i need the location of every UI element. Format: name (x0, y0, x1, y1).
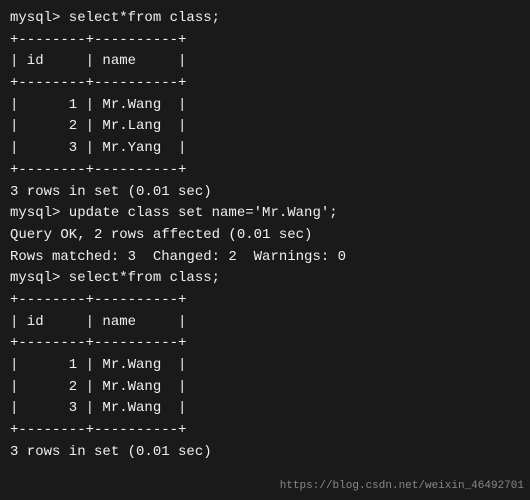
terminal-line: mysql> select*from class; (10, 8, 520, 30)
terminal-line: | 1 | Mr.Wang | (10, 95, 520, 117)
terminal-line: 3 rows in set (0.01 sec) (10, 442, 520, 464)
terminal-line: mysql> update class set name='Mr.Wang'; (10, 203, 520, 225)
terminal-line: +--------+----------+ (10, 73, 520, 95)
terminal-line: +--------+----------+ (10, 290, 520, 312)
terminal-line: | 1 | Mr.Wang | (10, 355, 520, 377)
terminal-line: | id | name | (10, 51, 520, 73)
terminal-line: | 3 | Mr.Wang | (10, 398, 520, 420)
terminal-line: +--------+----------+ (10, 420, 520, 442)
watermark: https://blog.csdn.net/weixin_46492701 (280, 480, 524, 492)
terminal-line: | 2 | Mr.Wang | (10, 377, 520, 399)
terminal-line: +--------+----------+ (10, 30, 520, 52)
terminal-window: mysql> select*from class;+--------+-----… (0, 0, 530, 500)
terminal-line: | 2 | Mr.Lang | (10, 116, 520, 138)
terminal-line: +--------+----------+ (10, 160, 520, 182)
terminal-line: Rows matched: 3 Changed: 2 Warnings: 0 (10, 247, 520, 269)
terminal-line: | id | name | (10, 312, 520, 334)
terminal-line: Query OK, 2 rows affected (0.01 sec) (10, 225, 520, 247)
terminal-line: +--------+----------+ (10, 333, 520, 355)
terminal-line: 3 rows in set (0.01 sec) (10, 182, 520, 204)
terminal-line: | 3 | Mr.Yang | (10, 138, 520, 160)
terminal-line: mysql> select*from class; (10, 268, 520, 290)
